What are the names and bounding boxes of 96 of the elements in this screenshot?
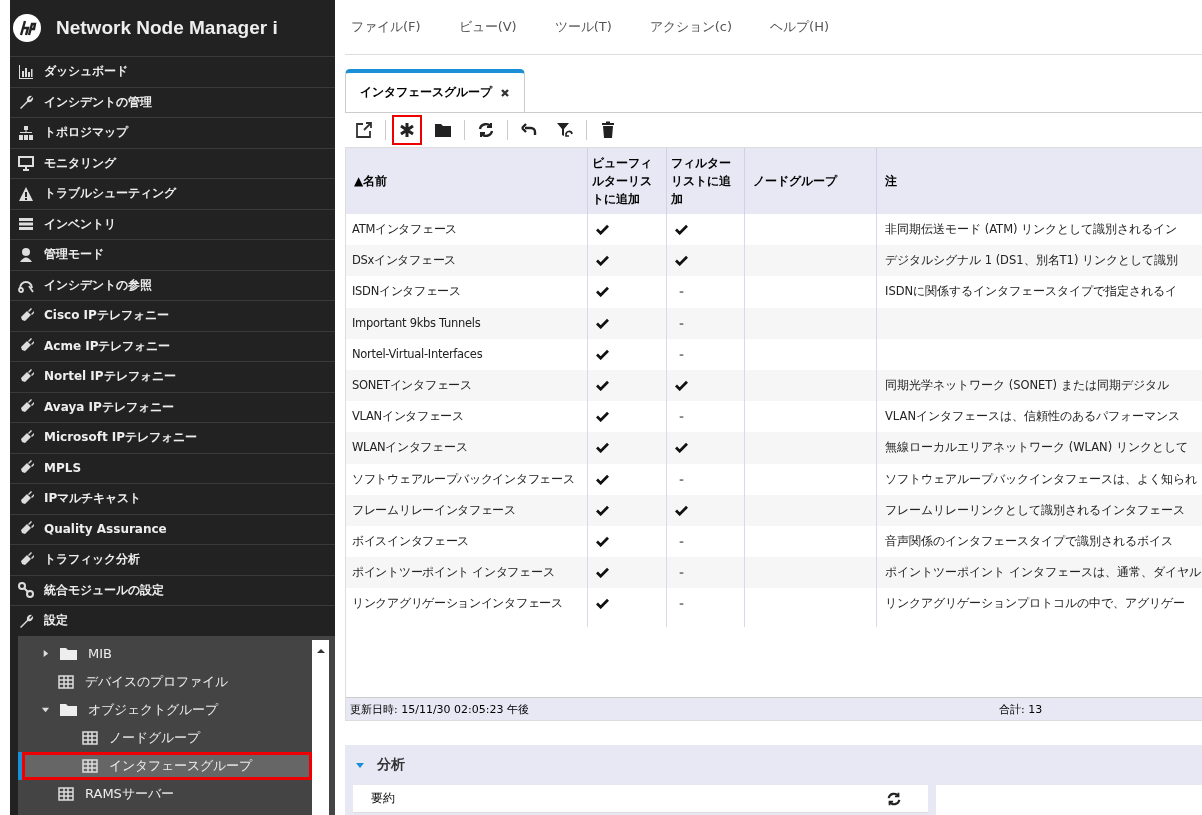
folder-icon [60,702,78,717]
table-cell: ポイントツーポイント インタフェース [346,557,588,589]
tree-item[interactable]: インタフェースグループ [22,751,312,780]
table-cell: リンクアグリゲーションプロトコルの中で、アグリゲー [885,596,1185,612]
folder-icon [434,121,452,139]
filter-reset-icon [556,121,574,139]
menu-item[interactable]: ヘルプ(H) [770,18,829,36]
plug-icon [18,551,34,568]
inventory-icon [18,216,34,233]
table-cell: フレームリレーリンクとして識別されるインタフェース [885,502,1185,518]
menu-item[interactable]: アクション(c) [649,18,733,36]
nav-item[interactable]: トラフィック分析 [10,544,335,575]
table-cell: VLANインタフェースは、信頼性のあるパフォーマンス [885,409,1180,425]
nav-item[interactable]: Nortel IPテレフォニー [10,361,335,392]
nav-item[interactable]: Avaya IPテレフォニー [10,391,335,422]
table-cell: SONETインタフェース [346,369,588,402]
table-cell: 無線ローカルエリアネットワーク (WLAN) リンクとして [885,440,1188,456]
nav-item[interactable]: Acme IPテレフォニー [10,330,335,361]
table-cell: リンクアグリゲーションインタフェース [346,588,588,620]
table-cell: Important 9kbs Tunnels [346,307,588,339]
table-cell: ソフトウェアループバックインタフェースは、よく知られ [885,471,1197,487]
table-cell: ポイントツーポイント インタフェースは、通常、ダイヤル [885,565,1201,581]
column-header[interactable]: ノードグループ [745,148,877,214]
scroll-up-icon[interactable] [315,647,326,654]
nav-item[interactable]: Cisco IPテレフォニー [10,300,335,331]
caret-icon [355,760,365,770]
nav-item[interactable]: トラブルシューティング [10,178,335,209]
tree-item[interactable]: デバイスのプロファイル [22,667,312,696]
delete-icon [599,121,617,139]
menu-item[interactable]: ビュー(V) [458,18,517,36]
column-header[interactable]: フィルターリストに追加 [667,148,745,214]
analysis-header[interactable]: 分析 [345,745,1202,785]
open-window-icon [355,121,373,139]
table-cell: DSxインタフェース [346,245,588,277]
refresh-icon [477,121,495,139]
grid-icon [81,758,99,773]
caret-icon [41,649,50,658]
nav-item[interactable]: MPLS [10,452,335,483]
column-header[interactable]: 注 [877,148,1202,214]
table-cell: Nortel-Virtual-Interfaces [346,338,588,370]
table-cell: ソフトウェアループバックインタフェース [346,463,588,495]
nav-item[interactable]: インベントリ [10,208,335,239]
menu-item[interactable]: ツール(T) [554,18,612,36]
user-icon [18,246,34,263]
toolbar-button[interactable] [392,115,422,145]
nav-item[interactable]: 統合モジュールの設定 [10,574,335,605]
nav-item[interactable]: 管理モード [10,239,335,270]
plug-icon [18,490,34,507]
nav-item[interactable]: トポロジマップ [10,117,335,148]
tree-item[interactable]: RAMSサーバー [22,779,312,808]
nav-item[interactable]: 設定 [10,605,335,636]
grid-icon [57,786,75,801]
tab[interactable]: インタフェースグループ [345,69,525,112]
table-cell: 同期光学ネットワーク (SONET) または同期デジタル [885,378,1169,394]
summary-title: 要約 [371,790,395,807]
monitor-icon [18,155,34,172]
column-header[interactable]: ▲名前 [346,148,588,214]
column-header[interactable]: ビューフィルターリストに追加 [588,148,667,214]
tree-item[interactable]: ノードグループ [22,723,312,752]
close-icon[interactable] [500,87,510,98]
nav-item[interactable]: IPマルチキャスト [10,483,335,514]
nav-item[interactable]: ダッシュボード [10,56,335,87]
table-cell: 音声関係のインタフェースタイプで識別されるボイス [885,533,1173,549]
link-icon [18,582,34,599]
grid-icon [81,730,99,745]
table-cell: デジタルシグナル 1 (DS1、別名T1) リンクとして識別 [885,253,1179,269]
warning-icon [18,185,34,202]
nav-item[interactable]: Quality Assurance [10,513,335,544]
plug-icon [18,368,34,385]
table-cell: フレームリレーインタフェース [346,494,588,526]
table-cell: ISDNインタフェース [346,276,588,308]
scrollbar[interactable] [312,639,329,815]
total-count: 合計: 13 [999,701,1043,717]
wrench-icon [18,94,34,111]
table-cell: 非同期伝送モード (ATM) リンクとして識別されるイン [885,222,1178,238]
tree-item[interactable]: MIB [22,639,312,668]
nav-item[interactable]: インシデントの管理 [10,86,335,117]
topology-icon [18,124,34,141]
plug-icon [18,307,34,324]
nav-item[interactable]: Microsoft IPテレフォニー [10,422,335,453]
table-cell: WLANインタフェース [346,432,588,464]
new-icon [398,121,416,139]
grid-icon [57,674,75,689]
plug-icon [18,429,34,446]
table-cell: ISDNに関係するインタフェースタイプで指定されるイ [885,284,1178,300]
updated-time: 更新日時: 15/11/30 02:05:23 午後 [350,701,529,717]
nav-item[interactable]: インシデントの参照 [10,269,335,300]
app-title: Network Node Manager i [56,17,278,39]
menu-item[interactable]: ファイル(F) [351,18,421,36]
chart-icon [18,63,34,80]
tree-item[interactable]: オブジェクトグループ [22,695,312,724]
folder-icon [60,646,78,661]
wrench-icon [18,612,34,629]
nav-item[interactable]: モニタリング [10,147,335,178]
caret-icon [41,705,50,714]
refresh-icon[interactable] [886,790,902,807]
